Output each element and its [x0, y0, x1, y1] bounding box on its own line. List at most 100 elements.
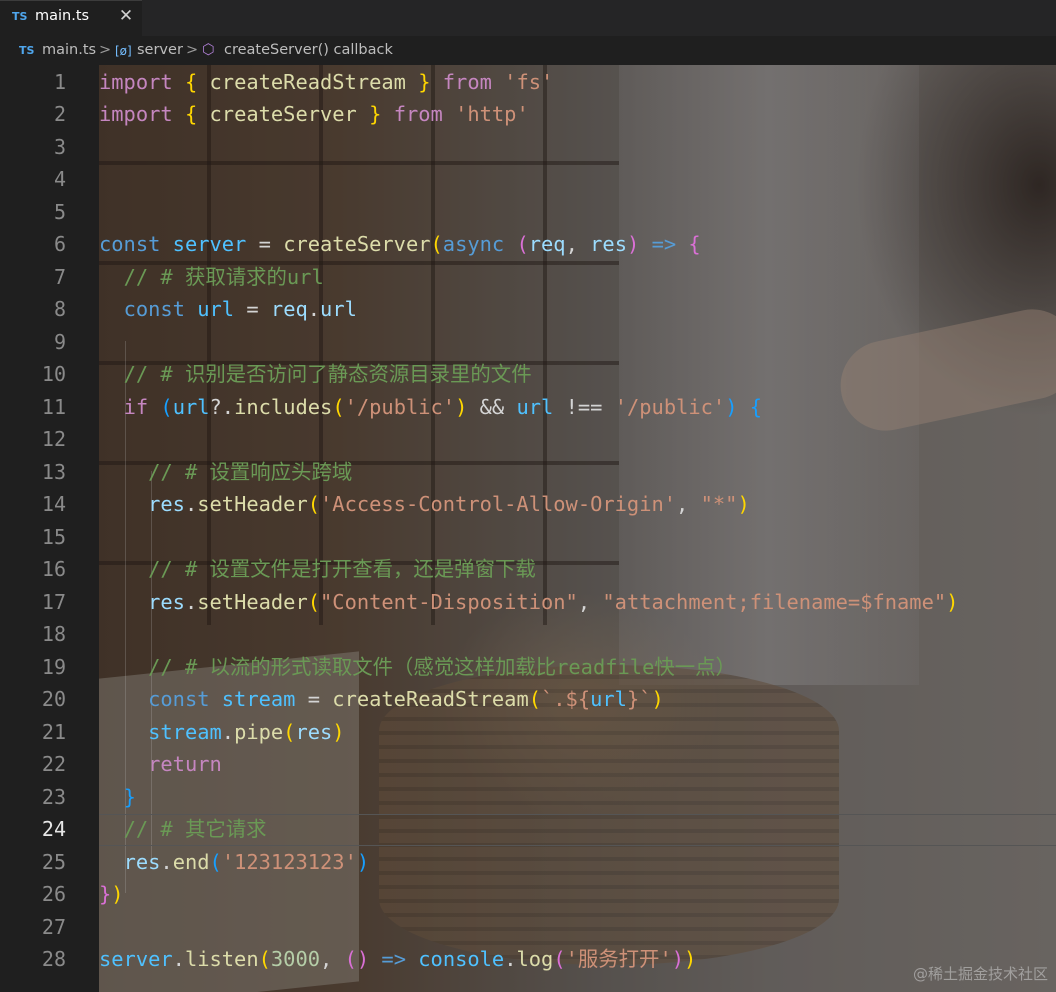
tab-main-ts[interactable]: TS main.ts ✕	[0, 0, 142, 36]
code-token: pipe	[234, 719, 284, 744]
code-token: // # 设置文件是打开查看，还是弹窗下载	[148, 557, 536, 582]
breadcrumb: TS main.ts > [ø] server > ⬡ createServer…	[0, 36, 1056, 66]
code-token: "Content-Disposition"	[320, 589, 578, 614]
code-token: .	[307, 297, 321, 322]
typescript-file-icon: TS	[19, 44, 35, 57]
code-token: return	[148, 752, 222, 777]
breadcrumb-file[interactable]: main.ts	[42, 42, 96, 58]
code-token: log	[516, 947, 554, 972]
line-number-gutter[interactable]: 1 2 3 4 5 6 7 8 9 10 11 12 13 14 15 16 17 18 19 20 21 22 23 24 2…	[0, 65, 99, 992]
code-token: from	[442, 69, 492, 94]
code-token: end	[172, 849, 210, 874]
line-number: 14	[41, 492, 66, 517]
code-token: from	[393, 102, 443, 127]
code-line: })	[99, 878, 124, 911]
code-token: const	[123, 297, 185, 322]
code-line: import { createReadStream } from 'fs'	[99, 66, 553, 99]
code-token: }	[418, 69, 431, 94]
code-token: )	[684, 947, 697, 972]
code-token: includes	[234, 394, 333, 419]
code-token: res	[148, 492, 185, 517]
code-token: url	[197, 297, 235, 322]
code-token: server	[99, 947, 173, 972]
code-token: (	[516, 232, 529, 257]
code-line: res.setHeader("Content-Disposition", "at…	[99, 586, 958, 619]
line-number: 22	[41, 752, 66, 777]
code-token: res	[295, 719, 333, 744]
vscode-editor-window: TS main.ts ✕ TS main.ts > [ø] server > ⬡…	[0, 0, 1056, 992]
variable-icon: [ø]	[115, 44, 132, 58]
code-token: createReadStream	[332, 687, 529, 712]
code-line: if (url?.includes('/public') && url !== …	[99, 391, 763, 424]
line-number: 25	[41, 849, 66, 874]
line-number: 16	[41, 557, 66, 582]
code-token: )	[651, 687, 664, 712]
breadcrumb-variable[interactable]: server	[137, 42, 183, 58]
code-token: const	[99, 232, 161, 257]
breadcrumb-function[interactable]: createServer() callback	[224, 42, 393, 58]
code-token: {	[749, 394, 763, 419]
code-token: import	[99, 102, 173, 127]
code-token: createServer	[283, 232, 431, 257]
code-token: (	[528, 687, 541, 712]
code-token: // # 获取请求的url	[123, 264, 324, 289]
code-token: '/public'	[344, 394, 456, 419]
code-token: async	[442, 232, 505, 257]
code-token: =>	[381, 947, 406, 972]
code-token: stream	[221, 687, 296, 712]
code-token: !==	[553, 394, 615, 419]
tab-label: main.ts	[35, 8, 90, 24]
code-line: // # 设置响应头跨域	[99, 456, 352, 489]
line-number: 20	[41, 687, 66, 712]
code-line: const server = createServer(async (req, …	[99, 228, 701, 261]
code-token: req	[528, 232, 566, 257]
code-line: stream.pipe(res)	[99, 716, 344, 749]
code-token: }`	[626, 687, 652, 712]
line-number: 8	[53, 297, 66, 322]
code-token: res	[123, 849, 161, 874]
code-token: (	[332, 394, 345, 419]
code-token: url	[516, 394, 554, 419]
code-line: }	[99, 781, 136, 814]
code-token: 'Access-Control-Allow-Origin'	[320, 492, 677, 517]
code-editor[interactable]: import { createReadStream } from 'fs' imp…	[99, 65, 1056, 992]
code-token: 'http'	[455, 102, 529, 127]
code-token: =	[295, 687, 333, 712]
code-token: 'fs'	[504, 69, 554, 94]
line-number: 11	[41, 394, 66, 419]
code-token: 3000	[270, 947, 321, 972]
line-number: 10	[41, 362, 66, 387]
code-line: import { createServer } from 'http'	[99, 98, 529, 131]
code-line: // # 设置文件是打开查看，还是弹窗下载	[99, 553, 536, 586]
close-icon[interactable]: ✕	[116, 5, 136, 27]
code-token: // # 以流的形式读取文件（感觉这样加载比readfile快一点）	[148, 654, 736, 679]
code-token: import	[99, 69, 173, 94]
code-token: .	[221, 719, 235, 744]
line-number: 5	[53, 199, 66, 224]
code-token: }	[99, 882, 112, 907]
code-line: // # 识别是否访问了静态资源目录里的文件	[99, 358, 532, 391]
code-token: url	[320, 297, 357, 322]
code-line: const stream = createReadStream(`.${url}…	[99, 683, 664, 716]
code-token: =	[234, 297, 271, 322]
